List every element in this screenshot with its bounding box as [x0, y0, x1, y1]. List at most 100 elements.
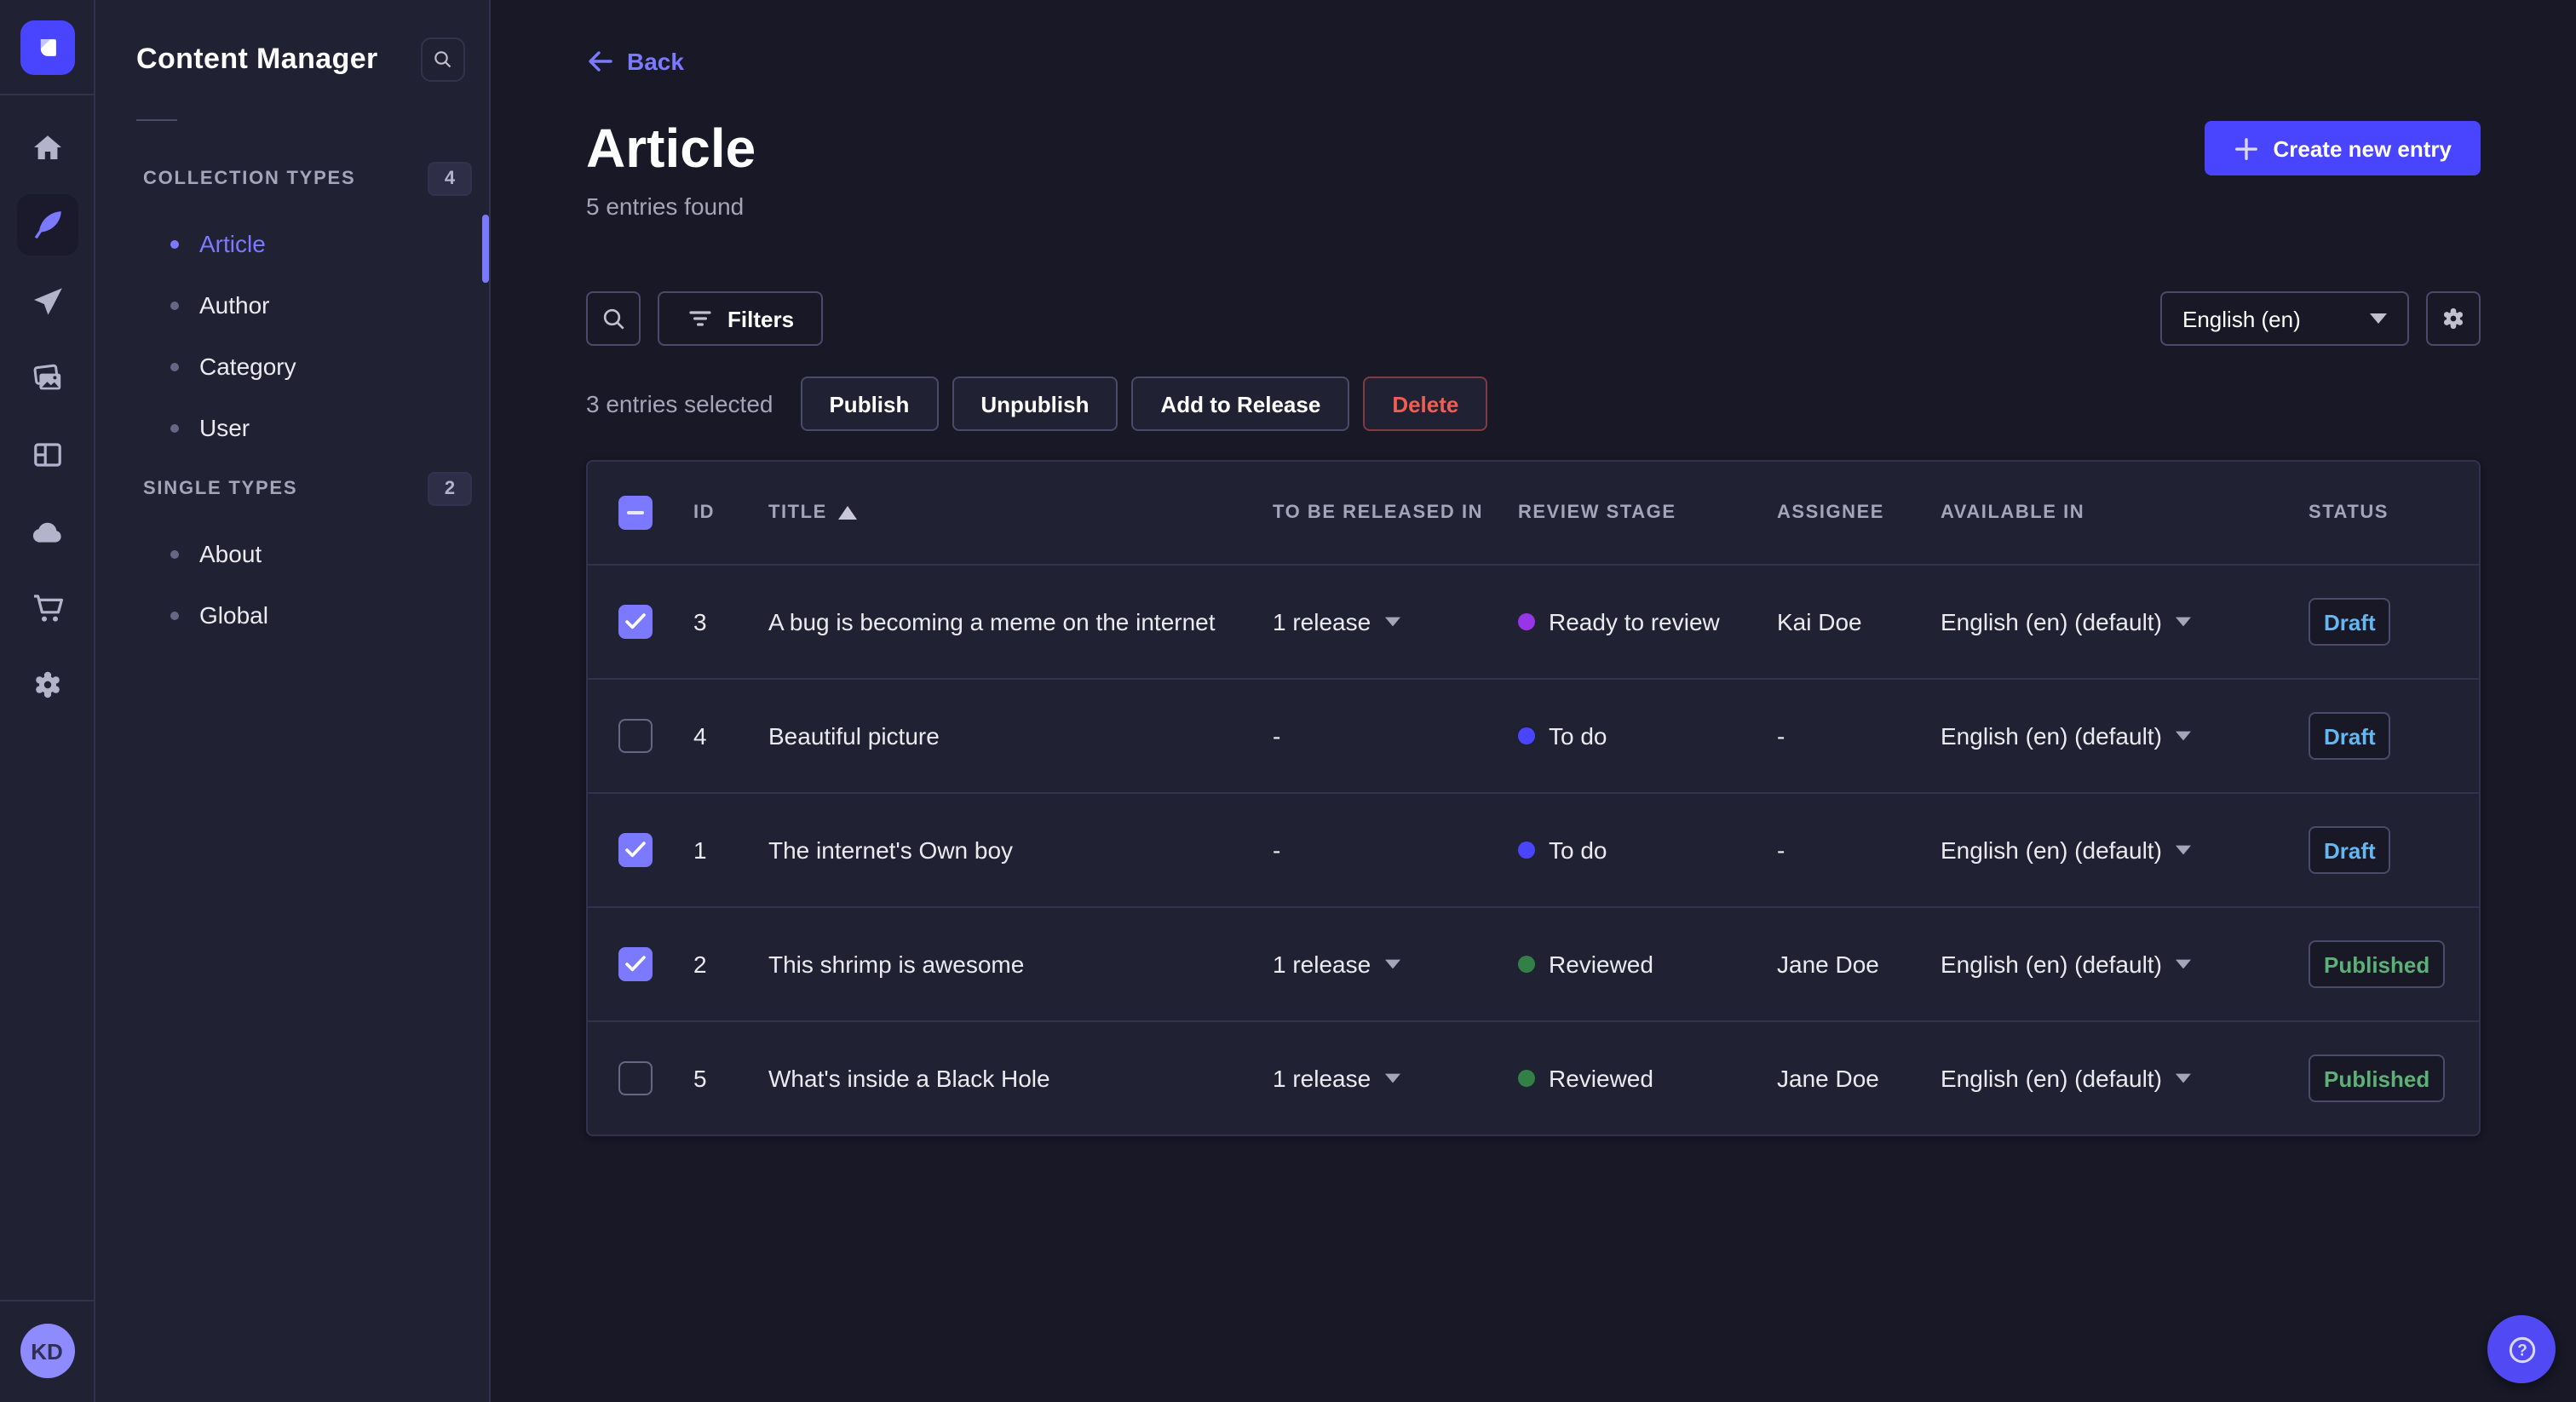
- sidebar-item-author[interactable]: Author: [136, 274, 472, 336]
- row-id: 4: [693, 722, 707, 750]
- row-checkbox-cell: [588, 719, 683, 753]
- row-review-stage: To do: [1508, 722, 1767, 750]
- releases-icon[interactable]: [16, 271, 78, 332]
- sidebar-section: SINGLE TYPES 2 About Global: [136, 472, 472, 646]
- column-header-id[interactable]: ID: [683, 503, 758, 523]
- sidebar-item-about[interactable]: About: [136, 523, 472, 584]
- row-to-be-released-in[interactable]: 1 release: [1262, 1065, 1508, 1092]
- delete-button[interactable]: Delete: [1363, 376, 1488, 431]
- filter-icon: [689, 311, 711, 326]
- table-row[interactable]: 3 A bug is becoming a meme on the interne…: [588, 564, 2479, 678]
- chevron-down-icon: [1384, 1073, 1400, 1083]
- stage-label: Reviewed: [1549, 1065, 1653, 1092]
- plus-icon: [2235, 137, 2258, 159]
- cloud-icon[interactable]: [16, 501, 78, 562]
- column-header-label: ASSIGNEE: [1777, 503, 1885, 523]
- column-header-assignee[interactable]: ASSIGNEE: [1767, 503, 1930, 523]
- sidebar-section-header[interactable]: COLLECTION TYPES 4: [136, 162, 472, 196]
- table-row[interactable]: 5 What's inside a Black Hole 1 release Revi…: [588, 1020, 2479, 1135]
- bullet-icon: [170, 301, 179, 309]
- sort-ascending-icon: [838, 506, 858, 520]
- view-settings-button[interactable]: [2426, 291, 2481, 346]
- sidebar-item-global[interactable]: Global: [136, 584, 472, 646]
- column-header-to-be-released-in[interactable]: TO BE RELEASED IN: [1262, 503, 1508, 523]
- release-value: -: [1273, 836, 1281, 864]
- table-row[interactable]: 1 The internet's Own boy - To do - English (e…: [588, 792, 2479, 906]
- section-count-badge: 2: [428, 472, 472, 506]
- sidebar-item-label: Category: [199, 353, 296, 380]
- chevron-down-icon: [2175, 959, 2191, 969]
- locale-select[interactable]: English (en): [2160, 291, 2409, 346]
- row-available-in[interactable]: English (en) (default): [1930, 1065, 2298, 1092]
- publish-button[interactable]: Publish: [800, 376, 939, 431]
- row-to-be-released-in[interactable]: 1 release: [1262, 951, 1508, 978]
- strapi-logo[interactable]: [20, 20, 74, 75]
- row-checkbox[interactable]: [618, 947, 653, 981]
- settings-icon[interactable]: [16, 654, 78, 715]
- add-to-release-button[interactable]: Add to Release: [1131, 376, 1350, 431]
- sidebar-item-category[interactable]: Category: [136, 336, 472, 397]
- content-type-builder-icon[interactable]: [16, 424, 78, 486]
- sidebar-item-article[interactable]: Article: [136, 213, 472, 274]
- sidebar-item-list: About Global: [136, 523, 472, 646]
- row-available-in[interactable]: English (en) (default): [1930, 608, 2298, 635]
- row-status-cell: Published: [2298, 1054, 2479, 1102]
- release-value: 1 release: [1273, 951, 1371, 978]
- table-row[interactable]: 2 This shrimp is awesome 1 release Reviewed…: [588, 906, 2479, 1020]
- row-available-in[interactable]: English (en) (default): [1930, 836, 2298, 864]
- row-to-be-released-in[interactable]: 1 release: [1262, 608, 1508, 635]
- sidebar-item-user[interactable]: User: [136, 397, 472, 458]
- chevron-down-icon: [2175, 845, 2191, 855]
- sidebar-scrollbar-thumb[interactable]: [482, 215, 489, 283]
- table-body: 3 A bug is becoming a meme on the interne…: [588, 564, 2479, 1135]
- unpublish-button[interactable]: Unpublish: [952, 376, 1118, 431]
- table-row[interactable]: 4 Beautiful picture - To do - English (en) (d…: [588, 678, 2479, 792]
- row-checkbox-cell: [588, 605, 683, 639]
- user-avatar[interactable]: KD: [20, 1324, 74, 1378]
- bullet-icon: [170, 362, 179, 371]
- search-button[interactable]: [586, 291, 641, 346]
- help-button[interactable]: ?: [2487, 1315, 2556, 1383]
- search-icon: [434, 51, 451, 68]
- home-icon[interactable]: [16, 118, 78, 179]
- row-checkbox[interactable]: [618, 1061, 653, 1095]
- row-assignee: -: [1777, 722, 1785, 750]
- media-library-icon[interactable]: [16, 348, 78, 409]
- rail-bottom: KD: [0, 1300, 95, 1402]
- chevron-down-icon: [1384, 617, 1400, 627]
- back-link[interactable]: Back: [586, 48, 684, 75]
- release-value: 1 release: [1273, 1065, 1371, 1092]
- marketplace-icon[interactable]: [16, 577, 78, 639]
- create-new-entry-button[interactable]: Create new entry: [2205, 121, 2481, 175]
- chevron-down-icon: [2370, 313, 2387, 324]
- column-header-review-stage[interactable]: REVIEW STAGE: [1508, 503, 1767, 523]
- check-icon: [625, 613, 646, 629]
- row-to-be-released-in: -: [1262, 836, 1508, 864]
- stage-label: To do: [1549, 836, 1607, 864]
- select-all-checkbox[interactable]: [618, 496, 653, 530]
- gear-icon: [2443, 307, 2464, 330]
- release-value: 1 release: [1273, 608, 1371, 635]
- column-header-available-in[interactable]: AVAILABLE IN: [1930, 503, 2298, 523]
- row-available-in[interactable]: English (en) (default): [1930, 722, 2298, 750]
- sidebar-item-label: Article: [199, 230, 266, 257]
- row-review-stage: To do: [1508, 836, 1767, 864]
- sidebar-section-header[interactable]: SINGLE TYPES 2: [136, 472, 472, 506]
- column-header-title[interactable]: TITLE: [758, 503, 1262, 523]
- content-manager-icon[interactable]: [16, 194, 78, 256]
- section-count-badge: 4: [428, 162, 472, 196]
- select-all-cell: [588, 496, 683, 530]
- row-checkbox[interactable]: [618, 719, 653, 753]
- entries-count: 5 entries found: [586, 192, 745, 220]
- row-review-stage: Reviewed: [1508, 951, 1767, 978]
- row-assignee: Jane Doe: [1777, 1065, 1879, 1092]
- stage-label: To do: [1549, 722, 1607, 750]
- row-checkbox[interactable]: [618, 833, 653, 867]
- row-checkbox[interactable]: [618, 605, 653, 639]
- filters-button[interactable]: Filters: [658, 291, 824, 346]
- row-assignee: Kai Doe: [1777, 608, 1862, 635]
- row-available-in[interactable]: English (en) (default): [1930, 951, 2298, 978]
- row-id: 5: [693, 1065, 707, 1092]
- sidebar-search-button[interactable]: [421, 37, 465, 82]
- column-header-status[interactable]: STATUS: [2298, 503, 2479, 523]
